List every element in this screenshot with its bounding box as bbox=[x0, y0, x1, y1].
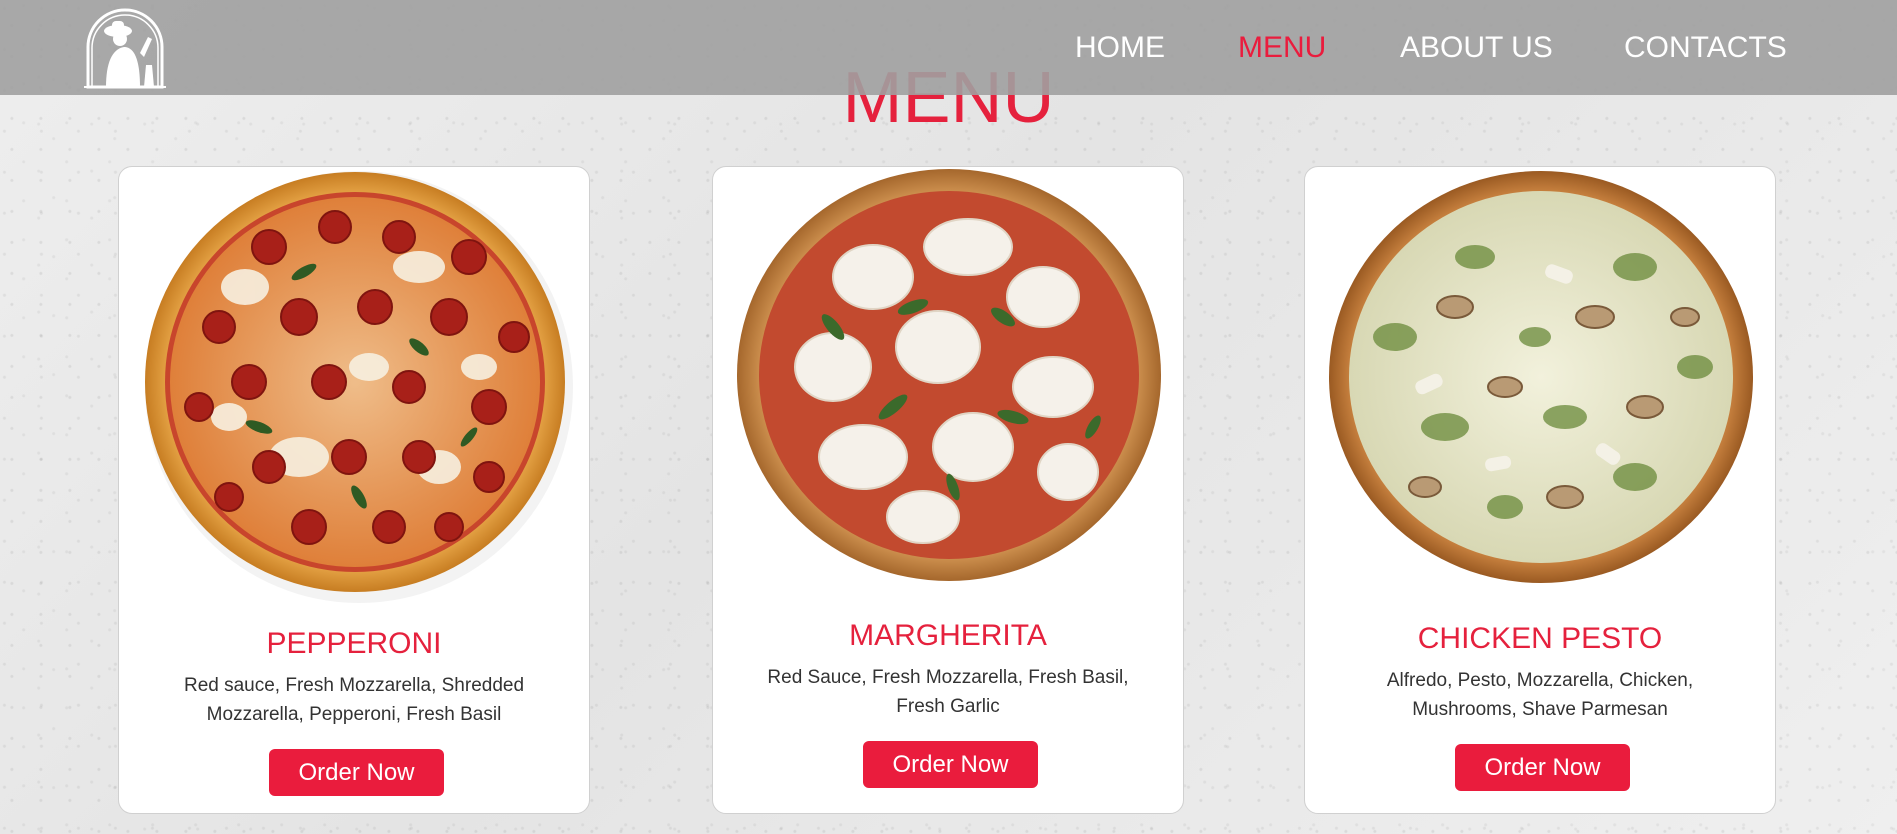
pizza-name-chicken-pesto: CHICKEN PESTO bbox=[1417, 622, 1663, 655]
pepperoni-pizza-image bbox=[145, 171, 573, 603]
order-now-button-margherita[interactable]: Order Now bbox=[863, 741, 1038, 788]
order-now-button-pepperoni[interactable]: Order Now bbox=[269, 749, 444, 796]
pizza-description-margherita: Red Sauce, Fresh Mozzarella, Fresh Basil… bbox=[767, 667, 1129, 717]
nav-contacts-link[interactable]: CONTACTS bbox=[1624, 30, 1787, 66]
pizza-description-chicken-pesto: Alfredo, Pesto, Mozzarella, Chicken, Mus… bbox=[1386, 670, 1694, 720]
pizza-name-pepperoni: PEPPERONI bbox=[266, 627, 442, 660]
logo-icon[interactable] bbox=[82, 7, 168, 89]
order-now-button-chicken-pesto[interactable]: Order Now bbox=[1455, 744, 1630, 791]
margherita-pizza-image bbox=[737, 169, 1161, 581]
nav-about-link[interactable]: ABOUT US bbox=[1400, 30, 1553, 66]
pizza-name-margherita: MARGHERITA bbox=[849, 619, 1047, 652]
menu-card-chicken-pesto: CHICKEN PESTO Alfredo, Pesto, Mozzarella… bbox=[1304, 166, 1776, 814]
nav-menu-link[interactable]: MENU bbox=[1238, 30, 1326, 66]
pizza-description-pepperoni: Red sauce, Fresh Mozzarella, Shredded Mo… bbox=[183, 675, 525, 725]
chicken-pesto-pizza-image bbox=[1329, 171, 1753, 583]
menu-card-pepperoni: PEPPERONI Red sauce, Fresh Mozzarella, S… bbox=[118, 166, 590, 814]
menu-card-margherita: MARGHERITA Red Sauce, Fresh Mozzarella, … bbox=[712, 166, 1184, 814]
site-header: HOME MENU ABOUT US CONTACTS bbox=[0, 0, 1897, 95]
nav-home-link[interactable]: HOME bbox=[1075, 30, 1165, 66]
